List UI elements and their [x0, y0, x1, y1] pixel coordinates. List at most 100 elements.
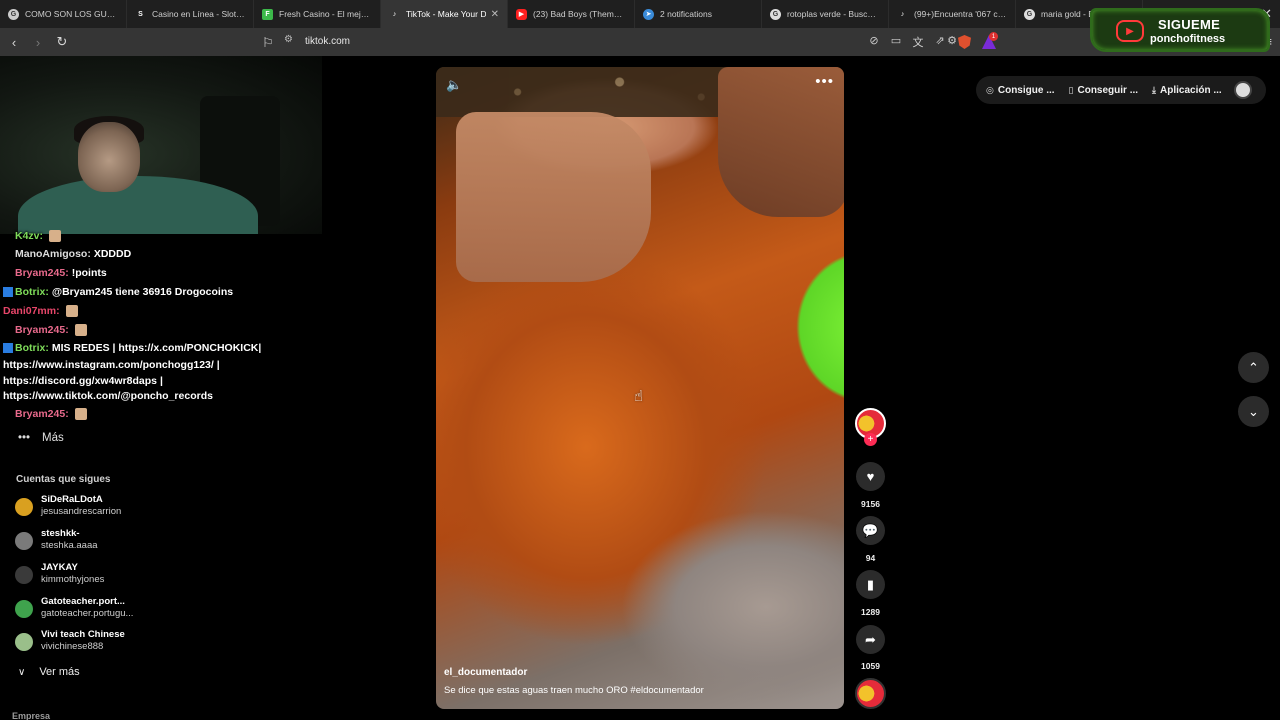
download-icon: ⤓ [1152, 84, 1157, 95]
volume-icon[interactable]: 🔈 [446, 77, 462, 93]
chevron-up-icon: ⌃ [1248, 359, 1259, 375]
avatar [15, 633, 33, 651]
see-more-button[interactable]: ∨ Ver más [18, 666, 80, 678]
phone-icon: ▯ [1068, 84, 1074, 95]
following-section-title: Cuentas que sigues [16, 474, 111, 485]
music-disc-icon[interactable] [855, 678, 886, 709]
google-favicon-icon: G [770, 8, 781, 20]
company-section-title: Empresa [12, 711, 51, 720]
more-options-icon[interactable]: ••• [815, 73, 834, 90]
translate-icon[interactable]: 文 [910, 34, 926, 50]
avatar [15, 532, 33, 550]
desktop-app-button[interactable]: ⤓ Aplicación ... [1152, 85, 1222, 96]
browser-tab[interactable]: S Casino en Línea - Slots, Ju [127, 0, 254, 28]
share-button[interactable]: ➦ [856, 625, 885, 654]
top-actions-bar: ◎ Consigue ... ▯ Conseguir ... ⤓ Aplicación… [976, 76, 1266, 104]
previous-video-button[interactable]: ⌃ [1238, 352, 1269, 383]
browser-tab[interactable]: GCOMO SON LOS GUATEM [0, 0, 127, 28]
chat-message: K4zv: [15, 230, 62, 243]
emote-icon [74, 408, 87, 421]
browser-tab[interactable]: ➤ 2 notifications [635, 0, 762, 28]
followed-account[interactable]: Gatoteacher.port... gatoteacher.portugu.… [15, 596, 195, 624]
share-arrow-icon: ➦ [865, 631, 876, 647]
forward-icon[interactable]: › [28, 32, 48, 52]
browser-tab[interactable]: ▶(23) Bad Boys (Theme from [508, 0, 635, 28]
browser-tab[interactable]: F Fresh Casino - El mejor ca [254, 0, 381, 28]
fresh-casino-favicon-icon: F [262, 8, 273, 20]
browser-tab-active[interactable]: ♪ TikTok - Make Your D ✕ [381, 0, 508, 28]
site-info-icon[interactable]: ⚙ [284, 34, 293, 45]
followed-account[interactable]: JAYKAY kimmothyjones [15, 562, 195, 590]
chat-message: https://discord.gg/xw4wr8daps | [3, 375, 163, 387]
chat-message: Bryam245: [15, 324, 87, 337]
get-app-button[interactable]: ▯ Conseguir ... [1069, 85, 1139, 96]
bookmark-icon: ▮ [866, 576, 875, 592]
chat-message: ManoAmigoso: XDDDD [15, 248, 132, 260]
emote-icon [49, 230, 62, 243]
avatar [15, 498, 33, 516]
youtube-icon: ▶ [1116, 20, 1144, 42]
video-author[interactable]: el_documentador [444, 667, 527, 678]
comment-icon: 💬 [862, 522, 879, 538]
video-player[interactable]: 🔈 ••• ☝ el_documentador Se dice que esta… [436, 67, 844, 709]
bot-badge-icon [3, 287, 13, 298]
chat-message: Bryam245: !points [15, 267, 107, 279]
chevron-down-icon: ∨ [18, 666, 26, 678]
save-button[interactable]: ▮ [856, 570, 885, 599]
telegram-favicon-icon: ➤ [643, 8, 654, 20]
back-icon[interactable]: ‹ [4, 32, 24, 52]
webcam-person-face [78, 122, 140, 192]
followed-account[interactable]: steshkk- steshka.aaaa [15, 528, 195, 556]
browser-tab[interactable]: ♪ (99+)Encuentra '067 calam [889, 0, 1016, 28]
get-coins-button[interactable]: ◎ Consigue ... [986, 85, 1055, 96]
casino-favicon-icon: S [138, 10, 143, 18]
chevron-down-icon: ⌄ [1248, 403, 1259, 419]
coin-icon: ◎ [986, 84, 994, 95]
follow-plus-icon[interactable]: + [864, 433, 877, 446]
close-tab-icon[interactable]: ✕ [487, 9, 499, 20]
google-favicon-icon: G [1024, 8, 1035, 20]
followed-account[interactable]: Vivi teach Chinese vivichinese888 [15, 629, 195, 657]
chat-message: https://www.tiktok.com/@poncho_records [3, 390, 213, 402]
hand-cursor-icon: ☝ [634, 388, 644, 405]
screen-icon[interactable]: ▭ [888, 34, 904, 47]
video-scene-hand [456, 112, 651, 282]
chat-message: Dani07mm: [3, 305, 78, 318]
next-video-button[interactable]: ⌄ [1238, 396, 1269, 427]
like-button[interactable]: ♥ [856, 462, 885, 491]
profile-avatar[interactable] [1234, 81, 1252, 99]
tiktok-favicon-icon: ♪ [392, 10, 397, 18]
bookmark-icon[interactable]: ⚐ [258, 33, 278, 53]
avatar [15, 566, 33, 584]
save-count: 1289 [861, 607, 880, 617]
reload-icon[interactable]: ↻ [52, 32, 72, 52]
emote-icon [74, 324, 87, 337]
chat-message: https://www.instagram.com/ponchogg123/ | [3, 359, 220, 371]
tiktok-favicon-icon: ♪ [900, 10, 905, 18]
no-cast-icon[interactable]: ⊘ [866, 34, 882, 47]
more-dots-icon: ••• [17, 432, 31, 444]
rewards-badge: 1 [989, 32, 998, 41]
share-count: 1059 [861, 661, 880, 671]
comment-count: 94 [865, 553, 876, 563]
video-caption: Se dice que estas aguas traen mucho ORO … [444, 685, 704, 696]
like-count: 9156 [861, 499, 880, 509]
stream-chat-overlay: K4zv: ManoAmigoso: XDDDD Bryam245: !points… [0, 226, 330, 426]
chat-message: Botrix: MIS REDES | https://x.com/PONCHOK… [3, 342, 261, 354]
url-field[interactable]: tiktok.com [305, 36, 350, 47]
settings-icon[interactable]: ⚙ [944, 34, 960, 47]
streamer-webcam [0, 56, 322, 234]
youtube-favicon-icon: ▶ [516, 8, 527, 20]
sidebar-item-more[interactable]: ••• Más [16, 432, 64, 444]
browser-tab[interactable]: Grotoplas verde - Buscar co [762, 0, 889, 28]
google-favicon-icon: G [8, 8, 19, 20]
browser-tab-bar: GCOMO SON LOS GUATEM SCasino en Línea - … [0, 0, 1280, 28]
chat-message: Bryam245: [15, 408, 87, 421]
followed-account[interactable]: SiDeRaLDotA jesusandrescarrion [15, 494, 195, 522]
emote-icon [65, 305, 78, 318]
avatar [15, 600, 33, 618]
heart-icon: ♥ [866, 469, 875, 484]
browser-address-bar: ‹ › ↻ ⚐ ⚙ tiktok.com ⊘ ▭ 文 ⇗ ⚙ 1 [0, 28, 1280, 56]
bot-badge-icon [3, 343, 13, 354]
comment-button[interactable]: 💬 [856, 516, 885, 545]
